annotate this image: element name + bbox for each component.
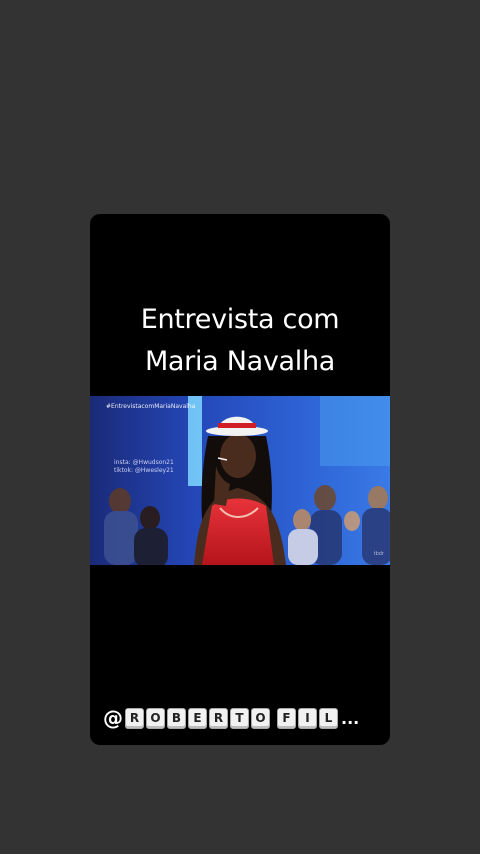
video-credit-insta: insta: @Hwudson21 xyxy=(114,459,174,466)
video-player[interactable]: #EntrevistacomMariaNavalha insta: @Hwuds… xyxy=(90,396,390,565)
video-watermark: tbdr xyxy=(373,551,384,557)
video-frame xyxy=(90,396,390,565)
handle-letter-keycap: R xyxy=(125,707,144,729)
handle-letter-keycap: O xyxy=(146,707,165,729)
handle-letter-keycap: F xyxy=(277,707,296,729)
handle-at-sign: @ xyxy=(103,706,123,730)
username-handle[interactable]: @ R O B E R T O F I L ... xyxy=(103,705,359,731)
story-title-line-1: Entrevista com xyxy=(140,304,340,335)
handle-letter-keycap: R xyxy=(209,707,228,729)
video-credit-tiktok: tiktok: @Hwesley21 xyxy=(114,467,174,474)
handle-ellipsis: ... xyxy=(341,708,360,728)
handle-letter-keycap: I xyxy=(298,707,317,729)
story-title-line-2: Maria Navalha xyxy=(144,346,336,377)
video-hashtag: #EntrevistacomMariaNavalha xyxy=(106,403,196,410)
handle-letter-keycap: B xyxy=(167,707,186,729)
handle-letter-keycap: T xyxy=(230,707,249,729)
handle-letter-keycap: L xyxy=(319,707,338,729)
handle-letter-keycap: O xyxy=(251,707,270,729)
handle-letter-keycap: E xyxy=(188,707,207,729)
